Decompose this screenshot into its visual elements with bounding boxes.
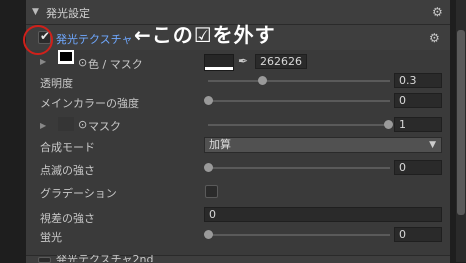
gradation-checkbox[interactable] — [205, 185, 218, 198]
gear-icon[interactable]: ⚙ — [432, 5, 443, 19]
collapse-triangle-icon[interactable]: ▼ — [32, 7, 39, 17]
mask-thumbnail[interactable] — [58, 117, 74, 131]
fluorescence-label: 蛍光 — [40, 231, 62, 244]
texture-thumbnail[interactable] — [58, 50, 74, 64]
expand-triangle-icon[interactable]: ▶ — [40, 57, 46, 66]
mask-field[interactable]: 1 — [394, 117, 442, 132]
transparency-label: 透明度 — [40, 77, 73, 90]
fluorescence-field[interactable]: 0 — [394, 227, 442, 242]
transparency-slider-knob[interactable] — [258, 76, 267, 85]
blink-strength-slider-track[interactable] — [208, 167, 390, 169]
main-color-strength-slider-knob[interactable] — [204, 96, 213, 105]
settings-gear-icon[interactable]: ⚙ — [429, 31, 440, 45]
fluorescence-slider-knob[interactable] — [204, 230, 213, 239]
mask-label: マスク — [88, 120, 121, 133]
scrollbar[interactable] — [456, 0, 466, 262]
parallax-label: 視差の強さ — [40, 212, 95, 225]
emission-texture-label[interactable]: 発光テクスチャ — [56, 31, 133, 47]
gradation-label: グラデーション — [40, 187, 117, 200]
parallax-field[interactable]: 0 — [204, 207, 442, 222]
blend-mode-dropdown[interactable]: 加算 ▼ — [204, 137, 442, 153]
transparency-slider-track[interactable] — [208, 80, 390, 82]
next-section-label: 発光テクスチャ2nd — [56, 255, 154, 262]
mask-expand-triangle-icon[interactable]: ▶ — [40, 121, 46, 130]
blink-strength-label: 点滅の強さ — [40, 164, 95, 177]
mask-slider-knob[interactable] — [384, 120, 393, 129]
mask-icon: ⊙ — [78, 118, 88, 131]
blend-mode-value: 加算 — [209, 138, 231, 151]
color-swatch[interactable] — [204, 54, 234, 71]
hex-field[interactable]: 262626 — [255, 54, 307, 69]
transparency-field[interactable]: 0.3 — [394, 73, 442, 88]
dropdown-arrow-icon: ▼ — [429, 140, 436, 150]
blend-mode-label: 合成モード — [40, 141, 95, 154]
main-color-strength-field[interactable]: 0 — [394, 93, 442, 108]
annotation-text: ←この☑を外す — [134, 23, 276, 47]
next-section-checkbox[interactable] — [38, 257, 51, 263]
scrollbar-thumb[interactable] — [457, 30, 465, 215]
main-color-strength-slider-track[interactable] — [208, 100, 390, 102]
fluorescence-slider-track[interactable] — [208, 234, 390, 236]
mask-slider-track[interactable] — [208, 124, 390, 126]
blink-strength-field[interactable]: 0 — [394, 160, 442, 175]
section-title: 発光設定 — [46, 7, 90, 20]
annotation-circle — [23, 25, 53, 55]
color-mask-label: 色 / マスク — [88, 58, 143, 71]
color-mask-icon: ⊙ — [78, 56, 88, 69]
main-color-strength-label: メインカラーの強度 — [40, 97, 139, 110]
blink-strength-slider-knob[interactable] — [204, 163, 213, 172]
eyedropper-icon[interactable]: ✒ — [238, 54, 248, 68]
